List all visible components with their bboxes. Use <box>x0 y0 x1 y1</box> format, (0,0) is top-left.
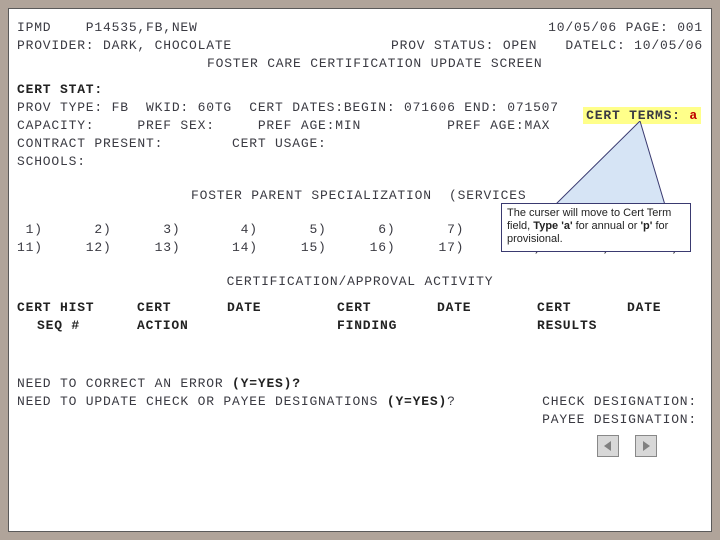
activity-header-1: CERT HISTCERTDATECERTDATECERTDATE <box>17 299 703 316</box>
callout-connector <box>545 121 665 205</box>
header-line-2: PROVIDER: DARK, CHOCOLATE PROV STATUS: OP… <box>17 37 703 54</box>
payee-designation-line: PAYEE DESIGNATION: <box>17 411 703 428</box>
check-designation-label: CHECK DESIGNATION: <box>542 393 697 410</box>
cert-terms-value[interactable]: a <box>689 108 698 123</box>
triangle-right-icon <box>640 440 652 452</box>
activity-header-2: SEQ #ACTIONFINDINGRESULTS <box>17 317 703 334</box>
prev-button[interactable] <box>597 435 619 457</box>
page-date: 10/05/06 PAGE: 001 <box>548 19 703 36</box>
terminal-screen: IPMD P14535,FB,NEW 10/05/06 PAGE: 001 PRO… <box>8 8 712 532</box>
activity-title: CERTIFICATION/APPROVAL ACTIVITY <box>17 273 703 290</box>
code-line: IPMD P14535,FB,NEW <box>17 20 198 35</box>
datelc: DATELC: 10/05/06 <box>565 37 703 54</box>
cert-stat-label: CERT STAT: <box>17 81 703 98</box>
update-designation-prompt[interactable]: NEED TO UPDATE CHECK OR PAYEE DESIGNATIO… <box>17 393 703 410</box>
triangle-left-icon <box>602 440 614 452</box>
header-line-1: IPMD P14535,FB,NEW 10/05/06 PAGE: 001 <box>17 19 703 36</box>
next-button[interactable] <box>635 435 657 457</box>
screen-title: FOSTER CARE CERTIFICATION UPDATE SCREEN <box>17 55 703 72</box>
correct-error-prompt[interactable]: NEED TO CORRECT AN ERROR (Y=YES)? <box>17 375 703 392</box>
payee-designation-label: PAYEE DESIGNATION: <box>542 411 697 428</box>
instruction-callout: The curser will move to Cert Term field,… <box>501 203 691 252</box>
provider-name: PROVIDER: DARK, CHOCOLATE <box>17 38 232 53</box>
prov-status: PROV STATUS: OPEN <box>391 37 537 54</box>
nav-controls <box>597 435 657 457</box>
